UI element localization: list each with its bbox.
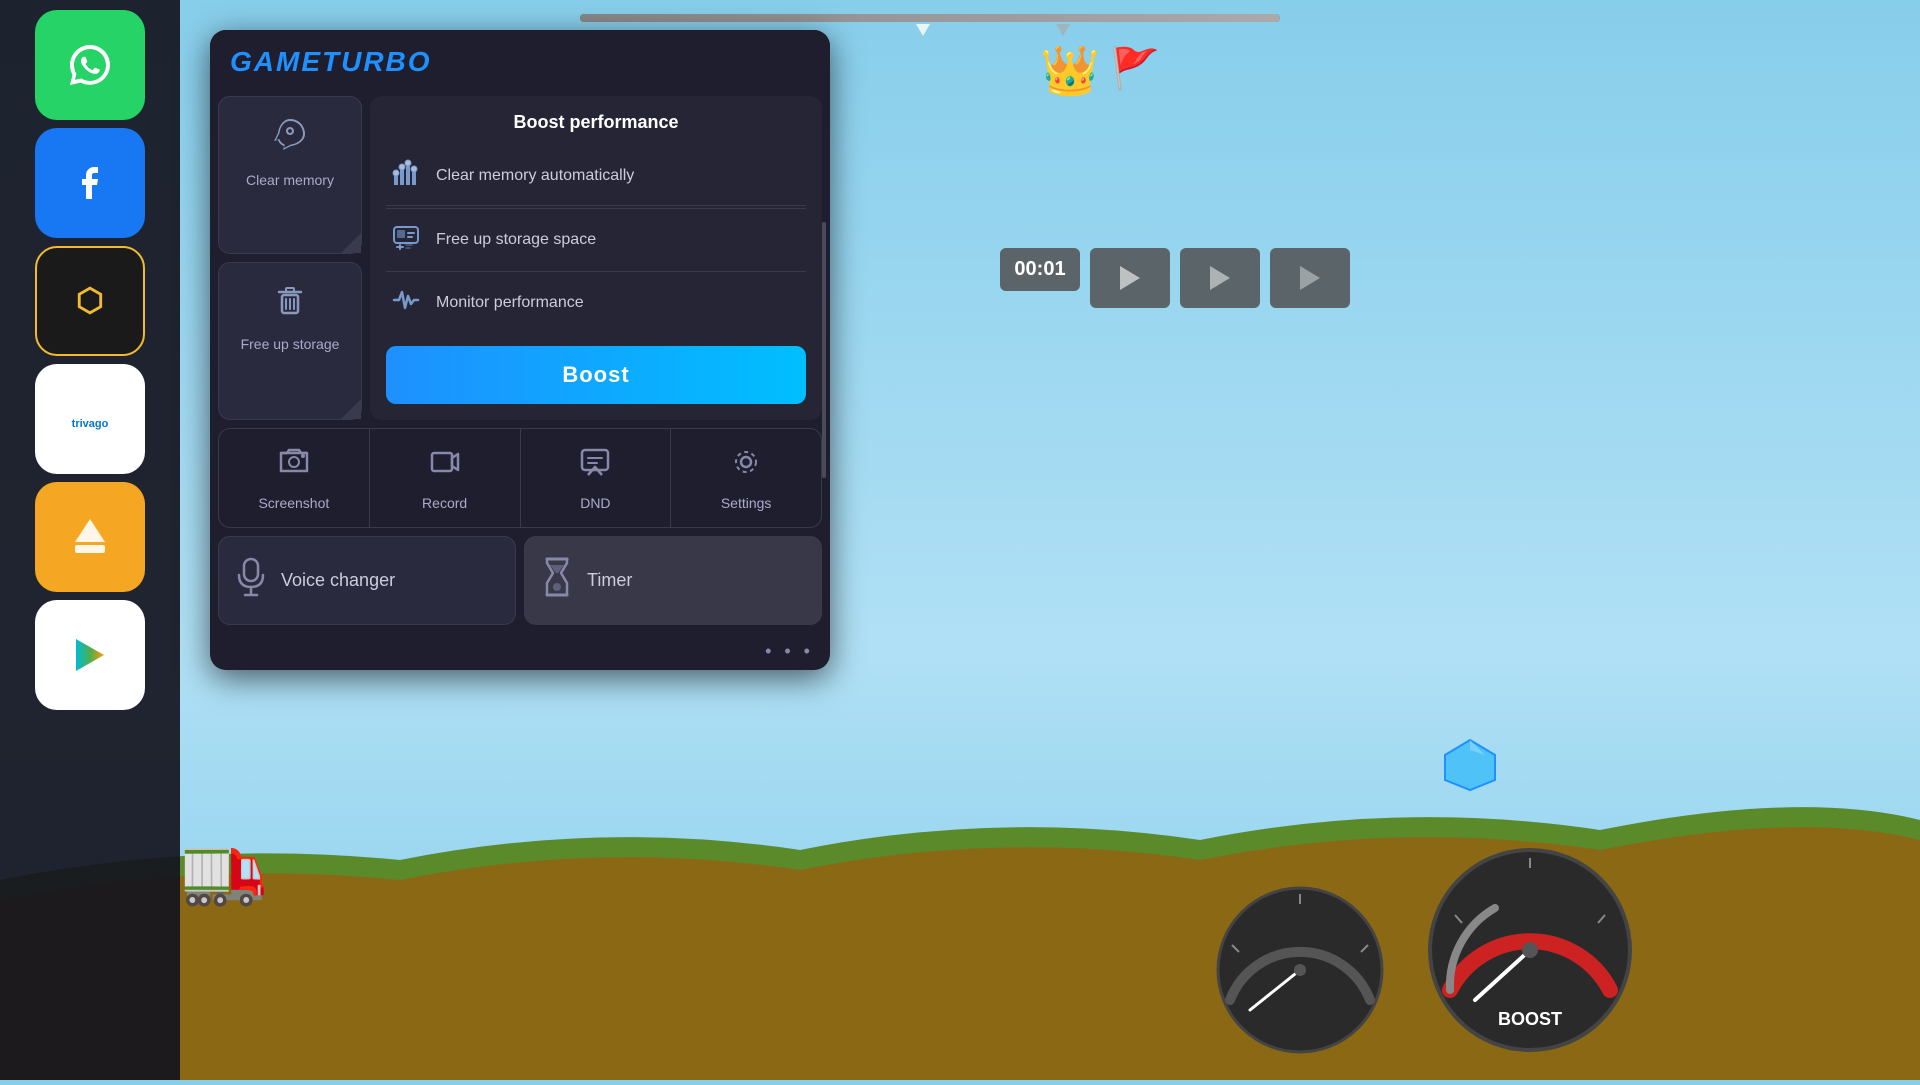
boost-button[interactable]: Boost [386, 346, 806, 404]
record-icon [428, 445, 462, 487]
settings-label: Settings [721, 495, 772, 511]
corner-decoration-2 [341, 399, 361, 419]
game-timer: 00:01 [1000, 248, 1080, 291]
progress-bar-container [580, 14, 1280, 22]
game-control-3[interactable] [1270, 248, 1350, 308]
svg-text:BOOST: BOOST [1498, 1009, 1562, 1029]
screenshot-label: Screenshot [258, 495, 329, 511]
crown-icon: 👑 [1040, 42, 1100, 99]
more-dots[interactable]: • • • [210, 637, 830, 670]
boost-section: Boost performance Clear memory au [370, 96, 822, 420]
progress-marker-1 [1056, 24, 1070, 36]
timer-hourglass-icon [541, 557, 573, 604]
clear-memory-label: Clear memory [246, 172, 334, 188]
free-up-storage-button[interactable]: Free up storage [218, 262, 362, 420]
voice-changer-label: Voice changer [281, 570, 395, 591]
screenshot-button[interactable]: Screenshot [219, 429, 370, 527]
settings-button[interactable]: Settings [671, 429, 821, 527]
extra-tools-row: Voice changer Timer [218, 536, 822, 625]
monitor-performance-label: Monitor performance [436, 294, 584, 312]
bottom-tools-row: Screenshot Record DND [218, 428, 822, 528]
dnd-label: DND [580, 495, 610, 511]
sidebar-app-facebook[interactable] [35, 128, 145, 238]
sidebar-app-playstore[interactable] [35, 600, 145, 710]
vehicle: 🚛 [180, 828, 267, 910]
screenshot-icon [277, 445, 311, 487]
diamond-gem [1440, 735, 1500, 800]
gameturbo-panel: GAMETURBO Clear memory Free up storage [210, 30, 830, 670]
boost-section-title: Boost performance [386, 112, 806, 133]
game-control-2[interactable] [1180, 248, 1260, 308]
sidebar-app-trivago[interactable]: trivago [35, 364, 145, 474]
gameturbo-header: GAMETURBO [210, 30, 830, 88]
record-label: Record [422, 495, 467, 511]
record-button[interactable]: Record [370, 429, 521, 527]
activity-icon [390, 286, 422, 320]
clear-memory-button[interactable]: Clear memory [218, 96, 362, 254]
progress-bar-fill [580, 14, 1280, 22]
app-sidebar: ⬡ trivago [0, 0, 180, 1080]
boost-gauge: BOOST [1420, 840, 1640, 1060]
microphone-icon [235, 557, 267, 604]
timer-label: Timer [587, 570, 632, 591]
flag-icon: 🚩 [1110, 45, 1160, 92]
svg-text:⬡: ⬡ [76, 282, 104, 318]
trash-icon [271, 281, 309, 328]
gameturbo-title: GAMETURBO [230, 46, 810, 78]
speedometer [1210, 880, 1390, 1060]
boost-item-free-storage[interactable]: Free up storage space [386, 211, 806, 269]
free-up-storage-label: Free up storage [241, 336, 340, 352]
timer-button[interactable]: Timer [524, 536, 822, 625]
equalizer-icon [390, 159, 422, 193]
game-control-1[interactable] [1090, 248, 1170, 308]
dnd-button[interactable]: DND [521, 429, 672, 527]
boost-item-monitor[interactable]: Monitor performance [386, 274, 806, 332]
rocket-icon [270, 115, 310, 164]
dnd-icon [578, 445, 612, 487]
panel-body: Clear memory Free up storage Boost perfo… [210, 88, 830, 428]
corner-decoration [341, 233, 361, 253]
settings-icon [729, 445, 763, 487]
sidebar-app-binance[interactable]: ⬡ [35, 246, 145, 356]
cloud-download-icon [390, 223, 422, 257]
quick-actions-column: Clear memory Free up storage [210, 88, 370, 428]
svg-text:trivago: trivago [72, 418, 109, 430]
free-storage-label: Free up storage space [436, 231, 596, 249]
sidebar-app-orange[interactable] [35, 482, 145, 592]
voice-changer-button[interactable]: Voice changer [218, 536, 516, 625]
scroll-indicator [822, 222, 826, 478]
progress-arrow-left [916, 24, 930, 36]
sidebar-app-whatsapp[interactable] [35, 10, 145, 120]
boost-item-clear-memory[interactable]: Clear memory automatically [386, 147, 806, 206]
clear-memory-auto-label: Clear memory automatically [436, 167, 634, 185]
